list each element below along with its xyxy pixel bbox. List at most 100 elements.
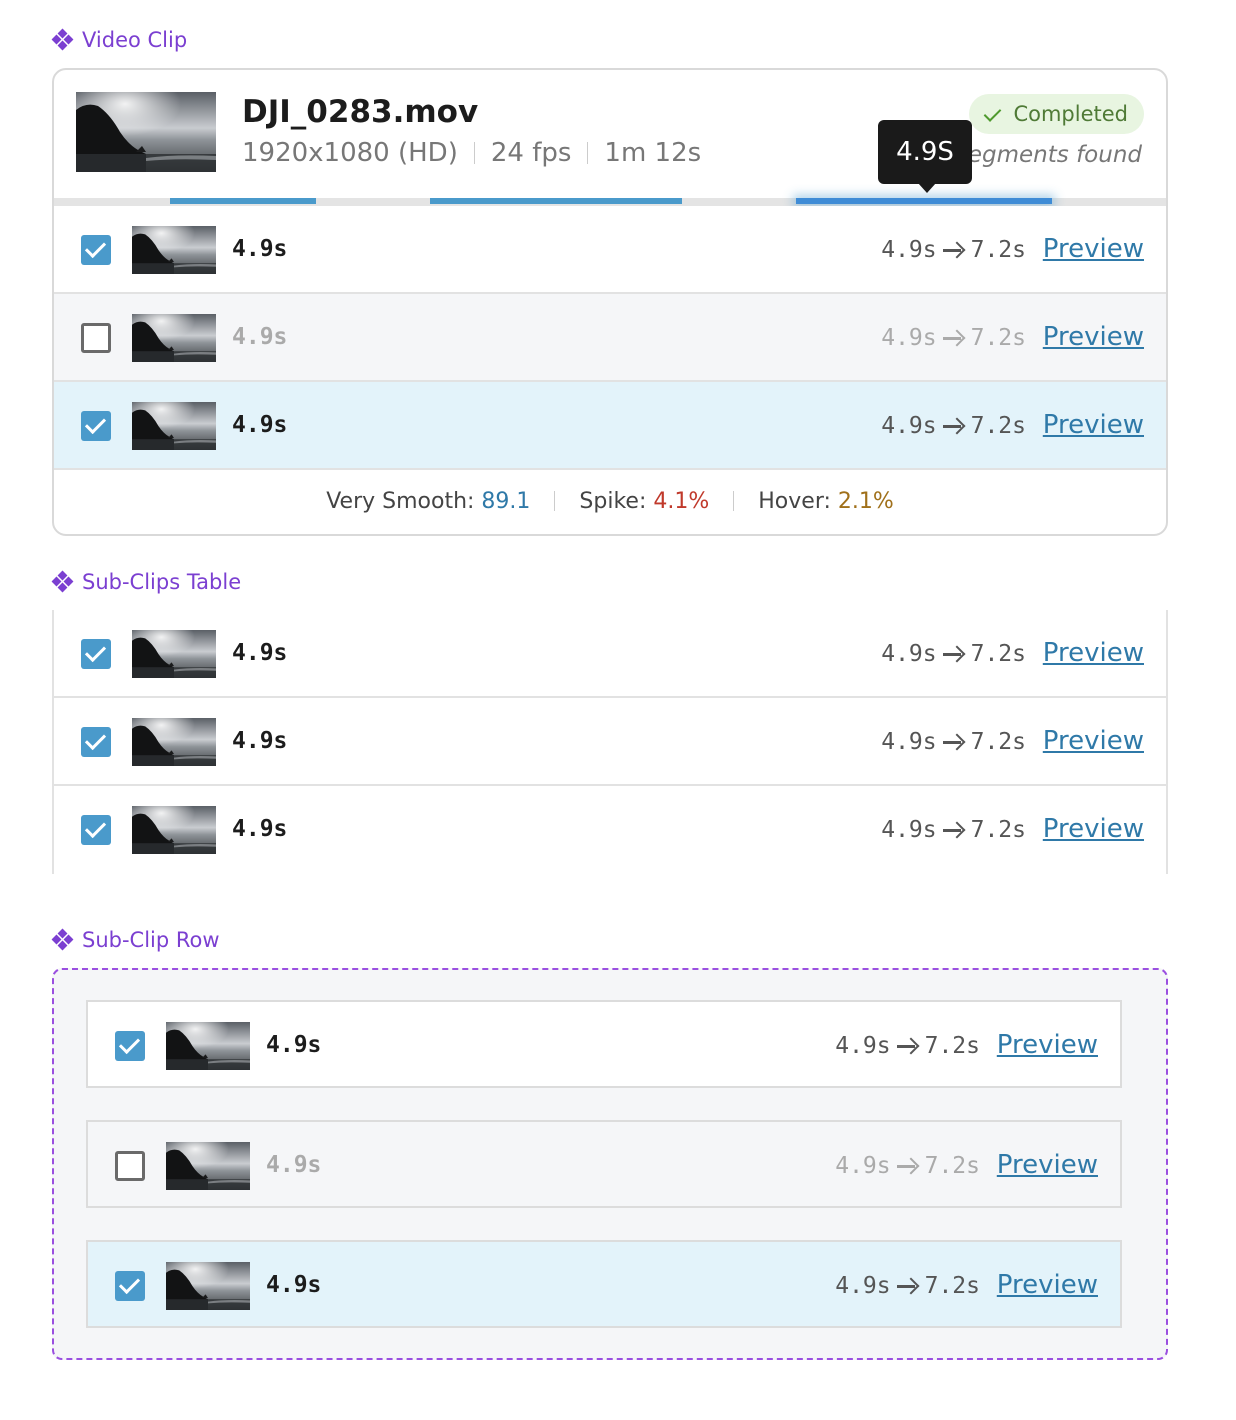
sub-clip-row[interactable]: 4.9s 4.9s 7.2s Preview: [54, 294, 1166, 382]
sub-clip-row[interactable]: 4.9s 4.9s 7.2s Preview: [54, 382, 1166, 470]
preview-link[interactable]: Preview: [1043, 322, 1144, 352]
preview-link[interactable]: Preview: [1043, 814, 1144, 844]
row-duration: 4.9s: [232, 640, 288, 666]
timeline-segment[interactable]: [430, 198, 682, 204]
row-duration: 4.9s: [232, 412, 288, 438]
stat-hover-label: Hover:: [758, 488, 831, 514]
clip-thumbnail[interactable]: [76, 92, 216, 172]
row-thumbnail: [132, 226, 216, 274]
sub-clip-row[interactable]: 4.9s 4.9s 7.2s Preview: [86, 1240, 1122, 1328]
row-thumbnail: [132, 718, 216, 766]
timeline-segment[interactable]: [170, 198, 316, 204]
preview-link[interactable]: Preview: [1043, 234, 1144, 264]
row-time-range: 4.9s 7.2s: [881, 413, 1026, 439]
segment-tooltip: 4.9S: [878, 120, 972, 193]
row-end: 7.2s: [924, 1153, 980, 1179]
row-time-range: 4.9s 7.2s: [835, 1033, 980, 1059]
row-start: 4.9s: [881, 729, 937, 755]
arrow-right-icon: [942, 418, 965, 434]
preview-link[interactable]: Preview: [997, 1030, 1098, 1060]
preview-link[interactable]: Preview: [997, 1270, 1098, 1300]
row-checkbox[interactable]: [81, 411, 111, 441]
segments-found-text: segments found: [955, 142, 1142, 168]
timeline-segment-active[interactable]: [796, 198, 1052, 204]
row-time-range: 4.9s 7.2s: [881, 237, 1026, 263]
row-end: 7.2s: [970, 237, 1026, 263]
stat-smooth-value: 89.1: [481, 488, 531, 514]
section-label-sub-clips-table: Sub-Clips Table: [51, 570, 242, 594]
row-thumbnail: [132, 402, 216, 450]
clip-segment-list: 4.9s 4.9s 7.2s Preview 4.9s 4.9s 7.2s Preview 4.…: [54, 206, 1166, 470]
row-checkbox[interactable]: [115, 1031, 145, 1061]
row-duration: 4.9s: [266, 1032, 322, 1058]
row-time-range: 4.9s 7.2s: [881, 325, 1026, 351]
preview-link[interactable]: Preview: [1043, 410, 1144, 440]
sub-clip-row[interactable]: 4.9s 4.9s 7.2s Preview: [54, 698, 1166, 786]
arrow-right-icon: [896, 1278, 919, 1294]
row-duration: 4.9s: [232, 728, 288, 754]
arrow-right-icon: [942, 646, 965, 662]
row-end: 7.2s: [970, 817, 1026, 843]
sub-clip-row[interactable]: 4.9s 4.9s 7.2s Preview: [86, 1000, 1122, 1088]
arrow-right-icon: [942, 330, 965, 346]
sub-clip-row[interactable]: 4.9s 4.9s 7.2s Preview: [54, 206, 1166, 294]
row-checkbox[interactable]: [81, 323, 111, 353]
section-title: Sub-Clip Row: [82, 928, 220, 952]
row-checkbox[interactable]: [81, 727, 111, 757]
stats-divider: [554, 491, 556, 511]
row-duration: 4.9s: [232, 236, 288, 262]
section-title: Video Clip: [82, 28, 188, 52]
sub-clip-row-showcase: 4.9s 4.9s 7.2s Preview 4.9s 4.9s 7.2s Preview 4.…: [52, 968, 1168, 1360]
row-end: 7.2s: [970, 413, 1026, 439]
row-thumbnail: [166, 1142, 250, 1190]
preview-link[interactable]: Preview: [1043, 726, 1144, 756]
segment-timeline[interactable]: [54, 198, 1166, 206]
row-checkbox[interactable]: [81, 815, 111, 845]
row-end: 7.2s: [924, 1273, 980, 1299]
row-duration: 4.9s: [266, 1152, 322, 1178]
meta-divider: [587, 142, 589, 164]
row-thumbnail: [132, 314, 216, 362]
section-label-video-clip: Video Clip: [51, 28, 188, 52]
row-end: 7.2s: [970, 729, 1026, 755]
sub-clip-row[interactable]: 4.9s 4.9s 7.2s Preview: [54, 610, 1166, 698]
check-icon: [985, 107, 1005, 121]
meta-divider: [473, 142, 475, 164]
section-label-sub-clip-row: Sub-Clip Row: [51, 928, 220, 952]
preview-link[interactable]: Preview: [997, 1150, 1098, 1180]
component-icon: [51, 570, 74, 593]
sub-clips-table: 4.9s 4.9s 7.2s Preview 4.9s 4.9s 7.2s Preview 4.…: [52, 610, 1168, 874]
row-start: 4.9s: [881, 237, 937, 263]
row-time-range: 4.9s 7.2s: [881, 729, 1026, 755]
video-clip-card: DJI_0283.mov 1920x1080 (HD) 24 fps 1m 12…: [52, 68, 1168, 536]
row-duration: 4.9s: [232, 816, 288, 842]
arrow-right-icon: [896, 1038, 919, 1054]
status-label: Completed: [1013, 102, 1128, 126]
row-start: 4.9s: [835, 1273, 891, 1299]
arrow-right-icon: [896, 1158, 919, 1174]
stat-spike-label: Spike:: [579, 488, 647, 514]
status-badge: Completed: [969, 94, 1144, 134]
row-end: 7.2s: [970, 325, 1026, 351]
row-checkbox[interactable]: [115, 1271, 145, 1301]
clip-duration: 1m 12s: [604, 138, 702, 168]
component-icon: [51, 928, 74, 951]
preview-link[interactable]: Preview: [1043, 638, 1144, 668]
component-icon: [51, 28, 74, 51]
row-time-range: 4.9s 7.2s: [835, 1153, 980, 1179]
row-checkbox[interactable]: [81, 235, 111, 265]
row-start: 4.9s: [881, 641, 937, 667]
row-time-range: 4.9s 7.2s: [835, 1273, 980, 1299]
row-thumbnail: [132, 630, 216, 678]
row-checkbox[interactable]: [115, 1151, 145, 1181]
section-title: Sub-Clips Table: [82, 570, 242, 594]
clip-filename: DJI_0283.mov: [242, 94, 479, 130]
sub-clip-row[interactable]: 4.9s 4.9s 7.2s Preview: [54, 786, 1166, 874]
row-start: 4.9s: [835, 1033, 891, 1059]
stats-divider: [733, 491, 735, 511]
row-checkbox[interactable]: [81, 639, 111, 669]
sub-clip-row[interactable]: 4.9s 4.9s 7.2s Preview: [86, 1120, 1122, 1208]
row-duration: 4.9s: [232, 324, 288, 350]
row-thumbnail: [166, 1262, 250, 1310]
arrow-right-icon: [942, 734, 965, 750]
